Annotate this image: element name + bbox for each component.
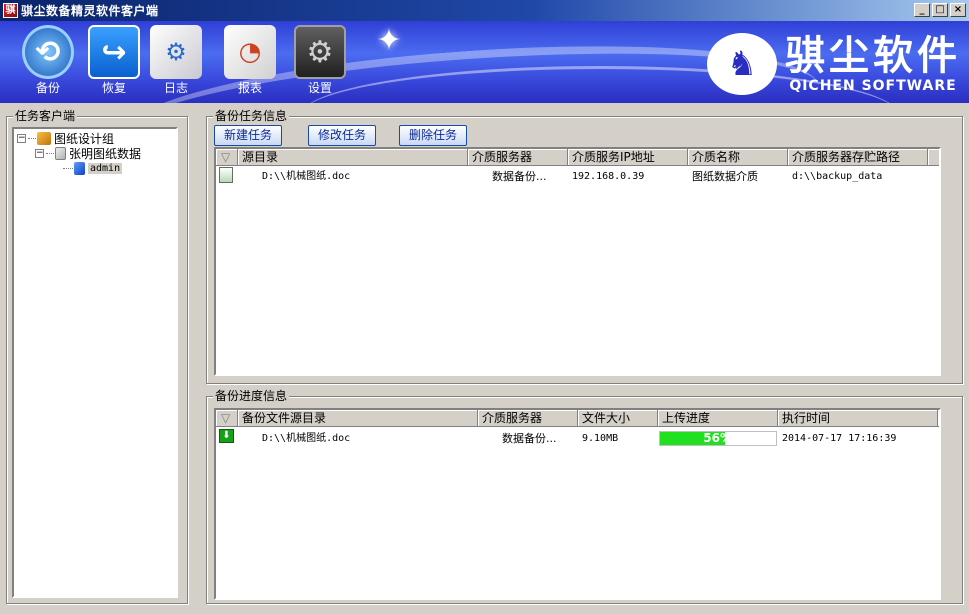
column-header-spacer: [938, 410, 939, 427]
cell-path: d:\\backup_data: [792, 171, 883, 182]
delete-task-button[interactable]: 删除任务: [399, 125, 467, 146]
column-header[interactable]: 介质服务器: [468, 149, 568, 166]
cell-time: 2014-07-17 17:16:39: [782, 433, 897, 444]
column-header[interactable]: 源目录: [238, 149, 468, 166]
column-header[interactable]: 介质服务器存贮路径: [788, 149, 928, 166]
column-header[interactable]: 文件大小: [578, 410, 658, 427]
toolbar-log-label: 日志: [163, 81, 188, 95]
column-header[interactable]: 上传进度: [658, 410, 778, 427]
maximize-button[interactable]: □: [932, 3, 948, 17]
cell-size: 9.10MB: [582, 433, 619, 444]
toolbar-backup-button[interactable]: ⟲ 备份: [20, 25, 76, 97]
edit-task-button[interactable]: 修改任务: [308, 125, 376, 146]
cell-server: 数据备份...: [502, 432, 557, 445]
filter-icon[interactable]: ▽: [216, 410, 238, 427]
toolbar-banner: ✦ ⟲ 备份 ↪ 恢复 ⚙ 日志 ◔ 报表 ⚙ 设置 ♞ 骐尘软件 QICHEN…: [0, 21, 969, 103]
toolbar-report-label: 报表: [237, 81, 262, 95]
task-group-title: 备份任务信息: [213, 109, 290, 123]
log-icon: ⚙: [150, 25, 202, 79]
tree-node-group[interactable]: − 图纸设计组: [17, 131, 173, 146]
toolbar-report-button[interactable]: ◔ 报表: [222, 25, 278, 97]
window-title: 骐尘数备精灵软件客户端: [21, 4, 159, 18]
user-icon: [74, 162, 85, 175]
toolbar-restore-label: 恢复: [101, 81, 126, 95]
cell-source: D:\\机械图纸.doc: [262, 433, 351, 444]
minimize-button[interactable]: _: [914, 3, 930, 17]
tree-node-user[interactable]: admin: [17, 161, 173, 176]
document-icon: [55, 147, 66, 160]
task-table[interactable]: ▽ 源目录 介质服务器 介质服务IP地址 介质名称 介质服务器存贮路径 D:\\…: [214, 147, 941, 376]
progress-group-title: 备份进度信息: [213, 389, 290, 403]
collapse-toggle[interactable]: −: [35, 149, 44, 158]
upload-progress-bar: 56%: [659, 431, 777, 446]
toolbar-restore-button[interactable]: ↪ 恢复: [86, 25, 142, 97]
horse-logo-icon: ♞: [707, 33, 777, 95]
cell-ip: 192.168.0.39: [572, 171, 645, 182]
group-icon: [37, 132, 51, 145]
column-header[interactable]: 执行时间: [778, 410, 938, 427]
collapse-toggle[interactable]: −: [17, 134, 26, 143]
column-header[interactable]: 备份文件源目录: [238, 410, 478, 427]
cell-source: D:\\机械图纸.doc: [262, 171, 351, 182]
file-icon: [219, 167, 233, 183]
toolbar-log-button[interactable]: ⚙ 日志: [148, 25, 204, 97]
cell-server: 数据备份...: [492, 170, 547, 183]
new-task-button[interactable]: 新建任务: [214, 125, 282, 146]
title-bar: 骐 骐尘数备精灵软件客户端 _ □ ×: [0, 0, 969, 21]
close-button[interactable]: ×: [950, 3, 966, 17]
sparkle-decoration: ✦: [376, 23, 402, 58]
backup-icon: ⟲: [22, 25, 74, 79]
tree-node-dataset[interactable]: − 张明图纸数据: [17, 146, 173, 161]
restore-icon: ↪: [88, 25, 140, 79]
report-icon: ◔: [224, 25, 276, 79]
brand-name-cn: 骐尘软件: [785, 33, 961, 79]
column-header-spacer: [928, 149, 939, 166]
toolbar-settings-button[interactable]: ⚙ 设置: [292, 25, 348, 97]
column-header[interactable]: 介质名称: [688, 149, 788, 166]
column-header[interactable]: 介质服务IP地址: [568, 149, 688, 166]
tree-node-label: 张明图纸数据: [69, 147, 142, 161]
tree-node-label: admin: [88, 163, 123, 174]
app-icon[interactable]: 骐: [3, 3, 18, 18]
brand-name-en: QICHEN SOFTWARE: [789, 78, 957, 94]
client-group-title: 任务客户端: [13, 109, 78, 123]
client-tree[interactable]: − 图纸设计组 − 张明图纸数据 admin: [12, 127, 178, 598]
toolbar-settings-label: 设置: [307, 81, 332, 95]
settings-icon: ⚙: [294, 25, 346, 79]
cell-media: 图纸数据介质: [692, 170, 758, 183]
progress-table[interactable]: ▽ 备份文件源目录 介质服务器 文件大小 上传进度 执行时间 ⬇ D:\\机械图…: [214, 408, 941, 600]
upload-icon: ⬇: [219, 429, 234, 443]
window-controls: _ □ ×: [914, 3, 966, 17]
column-header[interactable]: 介质服务器: [478, 410, 578, 427]
toolbar-backup-label: 备份: [35, 81, 60, 95]
progress-label: 56%: [703, 431, 732, 445]
filter-icon[interactable]: ▽: [216, 149, 238, 166]
brand-logo-area: ♞ 骐尘软件 QICHEN SOFTWARE: [707, 31, 961, 97]
